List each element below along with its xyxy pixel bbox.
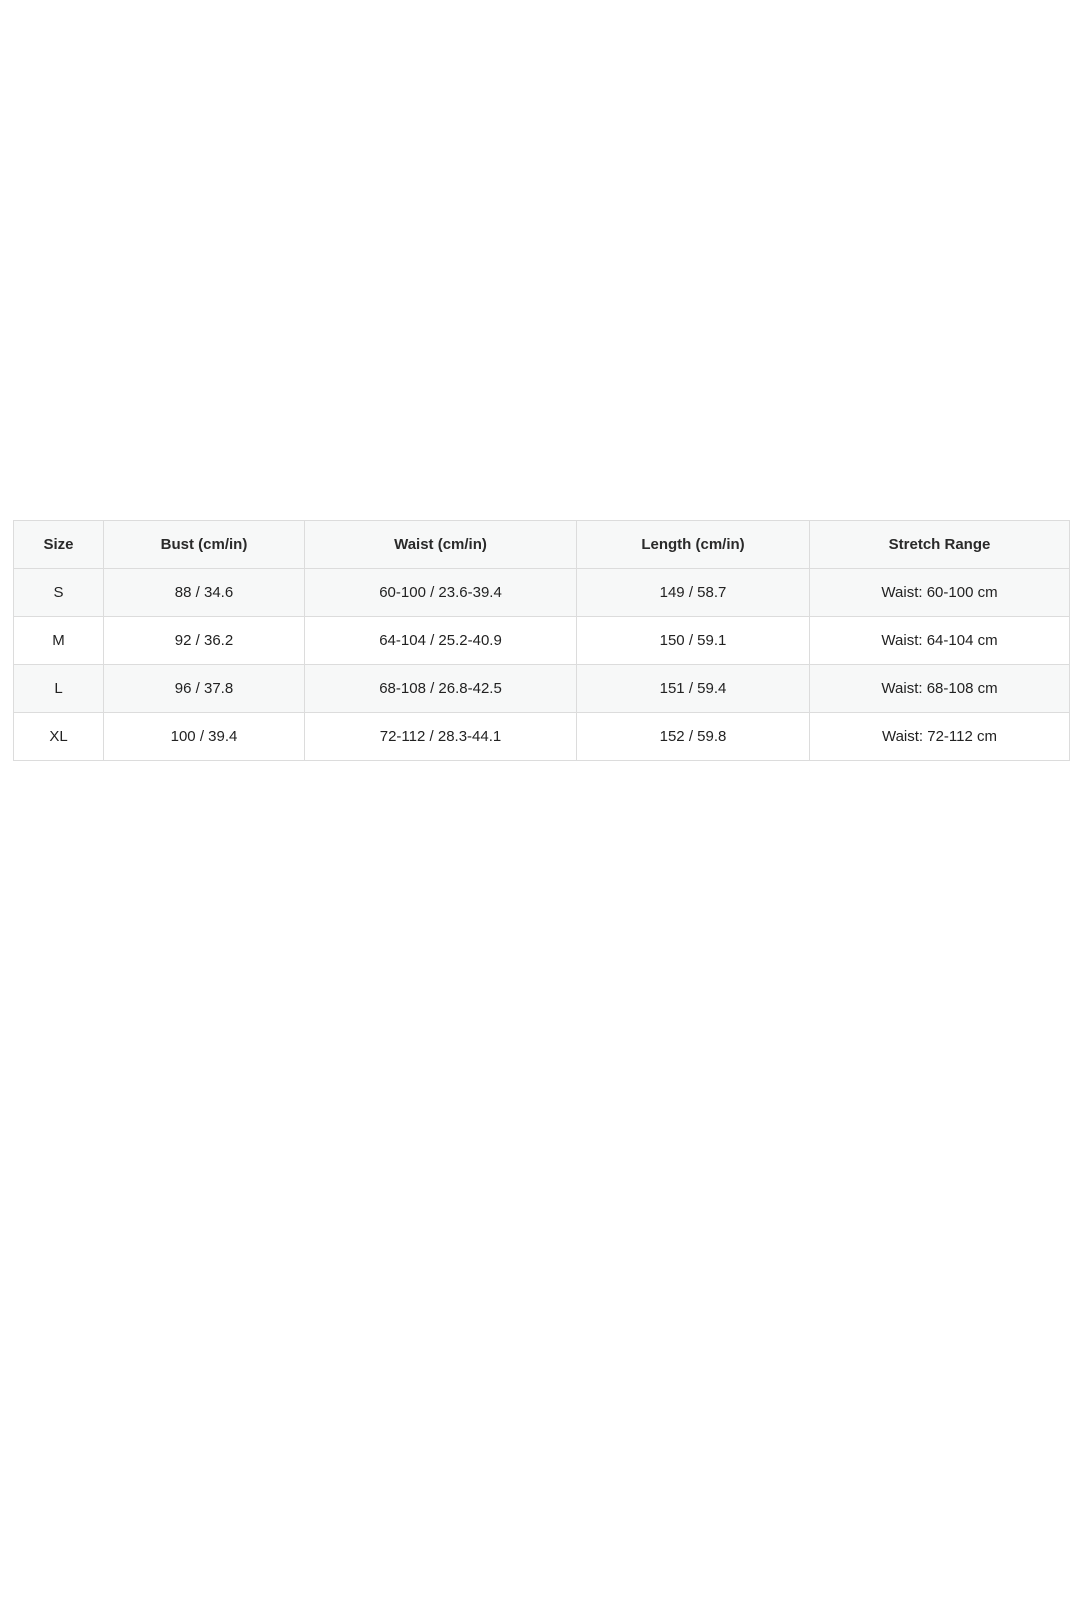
table-row: XL 100 / 39.4 72-112 / 28.3-44.1 152 / 5… <box>13 712 1070 761</box>
cell-size: S <box>13 568 104 617</box>
header-length: Length (cm/in) <box>576 520 810 569</box>
size-chart-table: Size Bust (cm/in) Waist (cm/in) Length (… <box>13 520 1070 761</box>
cell-length: 150 / 59.1 <box>576 616 810 665</box>
cell-waist: 60-100 / 23.6-39.4 <box>304 568 577 617</box>
cell-size: XL <box>13 712 104 761</box>
cell-length: 152 / 59.8 <box>576 712 810 761</box>
cell-bust: 100 / 39.4 <box>103 712 305 761</box>
cell-length: 149 / 58.7 <box>576 568 810 617</box>
cell-stretch-range: Waist: 60-100 cm <box>809 568 1070 617</box>
cell-bust: 88 / 34.6 <box>103 568 305 617</box>
cell-stretch-range: Waist: 72-112 cm <box>809 712 1070 761</box>
header-waist: Waist (cm/in) <box>304 520 577 569</box>
cell-length: 151 / 59.4 <box>576 664 810 713</box>
header-size: Size <box>13 520 104 569</box>
cell-bust: 92 / 36.2 <box>103 616 305 665</box>
header-bust: Bust (cm/in) <box>103 520 305 569</box>
cell-stretch-range: Waist: 68-108 cm <box>809 664 1070 713</box>
cell-stretch-range: Waist: 64-104 cm <box>809 616 1070 665</box>
table-row: M 92 / 36.2 64-104 / 25.2-40.9 150 / 59.… <box>13 616 1070 665</box>
table-row: L 96 / 37.8 68-108 / 26.8-42.5 151 / 59.… <box>13 664 1070 713</box>
cell-bust: 96 / 37.8 <box>103 664 305 713</box>
table-row: S 88 / 34.6 60-100 / 23.6-39.4 149 / 58.… <box>13 568 1070 617</box>
cell-size: L <box>13 664 104 713</box>
table-header-row: Size Bust (cm/in) Waist (cm/in) Length (… <box>13 520 1070 569</box>
cell-waist: 68-108 / 26.8-42.5 <box>304 664 577 713</box>
cell-waist: 72-112 / 28.3-44.1 <box>304 712 577 761</box>
cell-waist: 64-104 / 25.2-40.9 <box>304 616 577 665</box>
cell-size: M <box>13 616 104 665</box>
header-stretch-range: Stretch Range <box>809 520 1070 569</box>
